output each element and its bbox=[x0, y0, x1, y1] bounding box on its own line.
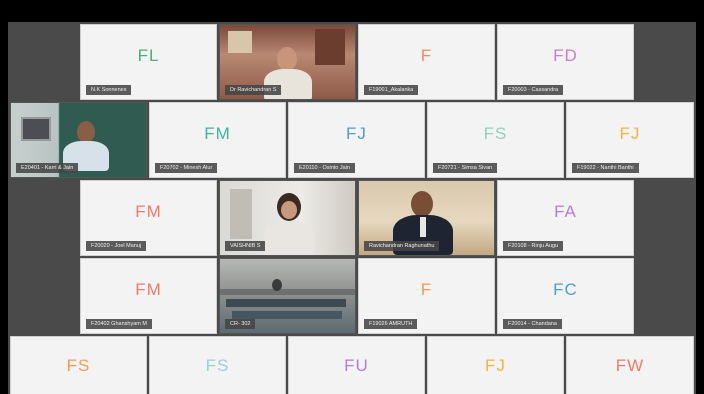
participant-name: F19022 - Nanthi Banthi bbox=[572, 163, 639, 173]
participant-initials: F bbox=[420, 45, 433, 65]
participant-initials: FS bbox=[66, 355, 91, 375]
participant-initials: FJ bbox=[485, 355, 506, 375]
meeting-top-bar bbox=[0, 0, 704, 22]
participant-initials: FS bbox=[205, 355, 230, 375]
participant-tile-fu[interactable]: FU bbox=[288, 336, 425, 394]
participant-name: F19001_Akalanka bbox=[364, 85, 419, 95]
participant-tile-fj-nanthi[interactable]: FJ F19022 - Nanthi Banthi bbox=[566, 102, 694, 178]
participant-initials: FU bbox=[344, 355, 369, 375]
participant-initials: FJ bbox=[619, 123, 641, 143]
participant-name: F20402 Ghanshyam M bbox=[86, 319, 152, 329]
participant-tile-karri[interactable]: E20401 - Karri & Jain bbox=[10, 102, 147, 178]
participant-tile-fa[interactable]: FA F20108 - Rinju Augu bbox=[497, 180, 634, 256]
participant-tile-fl[interactable]: FL N.K Sonnenes bbox=[80, 24, 217, 100]
participant-tile-fs-a[interactable]: FS bbox=[10, 336, 147, 394]
participant-initials: FS bbox=[483, 123, 508, 143]
participant-tile-fj-osinto[interactable]: FJ E20110 - Osinto Jain bbox=[288, 102, 425, 178]
participant-tile-fm-ghanshyam[interactable]: FM F20402 Ghanshyam M bbox=[80, 258, 217, 334]
participant-name: VAISHNIB S bbox=[225, 241, 266, 251]
participant-initials: FW bbox=[615, 355, 645, 375]
participant-initials: FD bbox=[553, 45, 578, 65]
participant-name: F20702 - Minesh Alur bbox=[155, 163, 218, 173]
participant-name: F20108 - Rinju Augu bbox=[503, 241, 564, 251]
participant-name: F20014 - Chandana bbox=[503, 319, 562, 329]
participant-tile-fd[interactable]: FD F20003 - Cassandra bbox=[497, 24, 634, 100]
participant-name: E20401 - Karri & Jain bbox=[16, 163, 79, 173]
participant-tile-fs-b[interactable]: FS bbox=[149, 336, 286, 394]
participant-initials: FM bbox=[204, 123, 231, 143]
participant-name: N.K Sonnenes bbox=[86, 85, 132, 95]
gallery-view: FL N.K Sonnenes Dr Ravichandran S F F190… bbox=[8, 22, 696, 394]
participant-tile-fs-simsa[interactable]: FS F20721 - Simsa Sivan bbox=[427, 102, 564, 178]
participant-name: F20721 - Simsa Sivan bbox=[433, 163, 498, 173]
participant-name: F20003 - Cassandra bbox=[503, 85, 564, 95]
participant-tile-cr302[interactable]: CR- 302 bbox=[219, 258, 356, 334]
participant-initials: FA bbox=[554, 201, 577, 221]
participant-tile-ravichandran-r[interactable]: Ravichandran Raghunathu bbox=[358, 180, 495, 256]
participant-tile-fm-minesh[interactable]: FM F20702 - Minesh Alur bbox=[149, 102, 286, 178]
participant-name: CR- 302 bbox=[225, 319, 256, 329]
participant-tile-f-amruth[interactable]: F F19026 AMRUTH bbox=[358, 258, 495, 334]
participant-tile-fj-c[interactable]: FJ bbox=[427, 336, 564, 394]
participant-name: E20110 - Osinto Jain bbox=[294, 163, 355, 173]
participant-initials: FC bbox=[553, 279, 578, 299]
participant-name: F20020 - Joel Manuj bbox=[86, 241, 147, 251]
participant-tile-ravichandran[interactable]: Dr Ravichandran S bbox=[219, 24, 356, 100]
participant-tile-f19001[interactable]: F F19001_Akalanka bbox=[358, 24, 495, 100]
participant-name: F19026 AMRUTH bbox=[364, 319, 418, 329]
participant-tile-fm-joel[interactable]: FM F20020 - Joel Manuj bbox=[80, 180, 217, 256]
participant-tile-fc[interactable]: FC F20014 - Chandana bbox=[497, 258, 634, 334]
participant-name: Dr Ravichandran S bbox=[225, 85, 282, 95]
participant-tile-fw[interactable]: FW bbox=[566, 336, 694, 394]
participant-initials: FL bbox=[137, 45, 160, 65]
participant-initials: FJ bbox=[346, 123, 367, 143]
participant-tile-vaishnib[interactable]: VAISHNIB S bbox=[219, 180, 356, 256]
participant-initials: FM bbox=[135, 201, 162, 221]
participant-initials: FM bbox=[135, 279, 162, 299]
participant-name: Ravichandran Raghunathu bbox=[364, 241, 440, 251]
participant-initials: F bbox=[420, 279, 433, 299]
